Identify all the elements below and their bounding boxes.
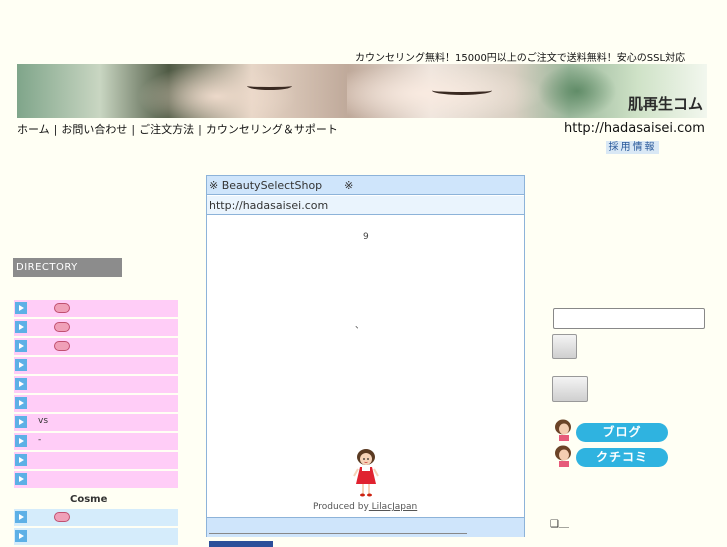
sidebar-item[interactable]: -	[14, 433, 178, 450]
submit-button[interactable]	[552, 376, 588, 402]
directory-heading: DIRECTORY	[13, 258, 122, 277]
header-banner[interactable]: 肌再生コム	[17, 64, 707, 118]
sidebar-item[interactable]	[14, 357, 178, 374]
search-input[interactable]	[553, 308, 705, 329]
up-badge-icon	[54, 341, 70, 351]
arrow-right-icon	[15, 378, 27, 390]
banner-face-image	[137, 64, 297, 118]
nav-counseling-link[interactable]: カウンセリング＆サポート	[206, 123, 338, 136]
arrow-right-icon	[15, 340, 27, 352]
up-badge-icon	[54, 512, 70, 522]
shop-footer-bar	[207, 517, 524, 537]
nav-home-link[interactable]: ホーム	[17, 123, 50, 136]
cosme-item[interactable]	[14, 528, 178, 545]
header-tagline: カウンセリング無料！15000円以上のご注文で送料無料！安心のSSL対応	[355, 53, 686, 64]
arrow-right-icon	[15, 435, 27, 447]
arrow-right-icon	[15, 321, 27, 333]
blog-button[interactable]: ブログ	[576, 423, 668, 442]
shop-title: ※ BeautySelectShop ※	[207, 176, 524, 195]
sidebar-item-label: -	[38, 435, 42, 445]
cosme-item[interactable]	[14, 509, 178, 526]
brand-logo-text: 肌再生コム	[627, 95, 703, 113]
lilacjapan-link[interactable]: LilacJapan	[369, 502, 418, 512]
shop-number: 9	[363, 232, 369, 242]
shop-panel: ※ BeautySelectShop ※ http://hadasaisei.c…	[206, 175, 525, 537]
nav-contact-link[interactable]: お問い合わせ	[61, 123, 127, 136]
mascot-girl-icon	[353, 449, 379, 497]
banner-eye-decor-2	[247, 82, 292, 90]
lower-tab-bar[interactable]	[209, 541, 273, 547]
sidebar-item[interactable]	[14, 471, 178, 488]
top-nav: ホーム | お問い合わせ | ご注文方法 | カウンセリング＆サポート	[17, 123, 338, 136]
arrow-right-icon	[15, 511, 27, 523]
nav-order-link[interactable]: ご注文方法	[139, 123, 194, 136]
sidebar-item-label: vs	[38, 416, 49, 426]
up-badge-icon	[54, 303, 70, 313]
arrow-right-icon	[15, 302, 27, 314]
arrow-right-icon	[15, 473, 27, 485]
blog-avatar-icon	[555, 419, 571, 441]
recruit-link[interactable]: 採用情報	[606, 141, 659, 154]
produced-prefix: Produced by	[313, 502, 369, 512]
sidebar-item[interactable]	[14, 319, 178, 336]
sidebar-item[interactable]	[14, 300, 178, 317]
cosme-heading: Cosme	[70, 494, 108, 505]
arrow-right-icon	[15, 416, 27, 428]
site-url: http://hadasaisei.com	[564, 121, 705, 136]
sidebar-item[interactable]	[14, 395, 178, 412]
kuchikomi-button[interactable]: クチコミ	[576, 448, 668, 467]
shop-url[interactable]: http://hadasaisei.com	[207, 196, 524, 215]
arrow-right-icon	[15, 359, 27, 371]
arrow-right-icon	[15, 397, 27, 409]
up-badge-icon	[54, 322, 70, 332]
arrow-right-icon	[15, 454, 27, 466]
produced-by: Produced by LilacJapan	[313, 502, 417, 512]
search-button[interactable]	[552, 334, 577, 359]
sidebar-item[interactable]	[14, 338, 178, 355]
sidebar-item[interactable]	[14, 452, 178, 469]
sidebar-item[interactable]: vs	[14, 414, 178, 431]
shop-footer-divider	[209, 533, 467, 534]
checkbox-label[interactable]: ❑＿	[550, 515, 569, 530]
kuchikomi-avatar-icon	[555, 445, 571, 467]
arrow-right-icon	[15, 530, 27, 542]
banner-eye-decor	[432, 86, 492, 95]
banner-leaf-decor	[537, 64, 617, 118]
sidebar-item[interactable]	[14, 376, 178, 393]
shop-dot: 、	[355, 321, 365, 331]
